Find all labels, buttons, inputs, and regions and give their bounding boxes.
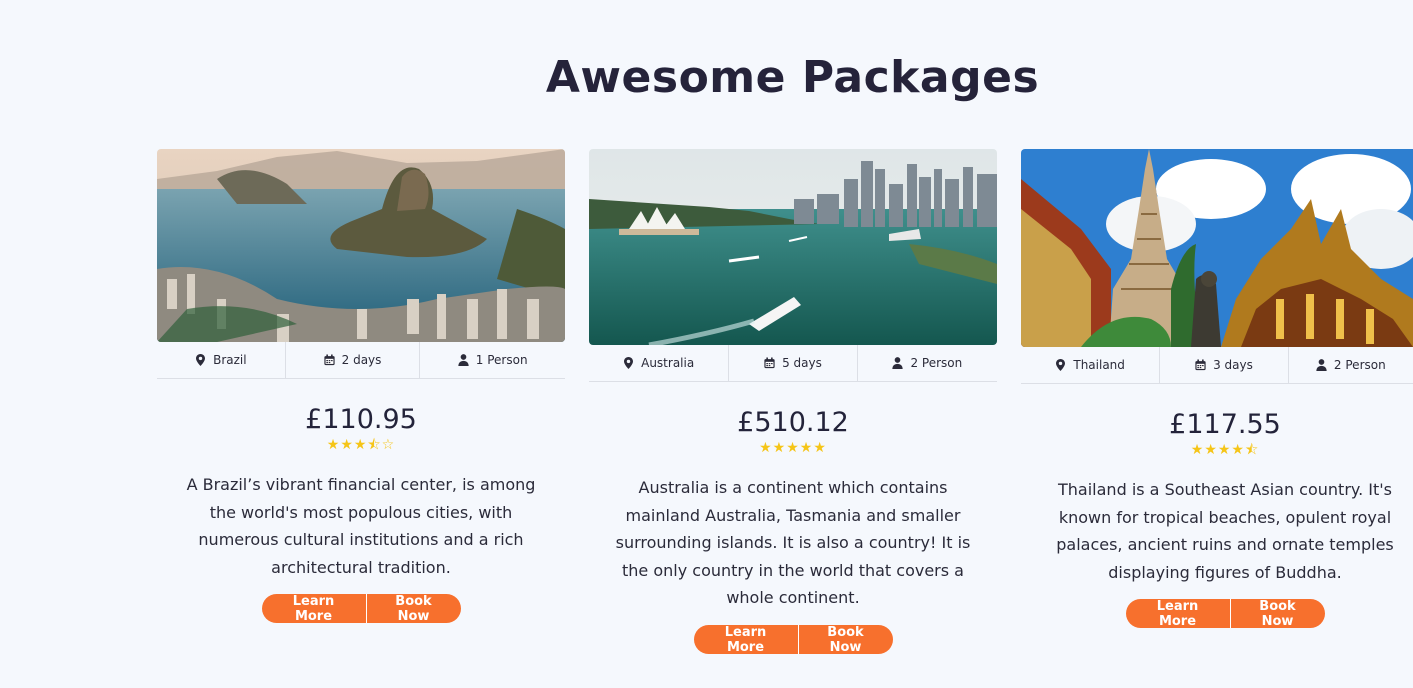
package-price: £510.12: [737, 407, 849, 438]
duration-text: 5 days: [782, 356, 822, 370]
package-image[interactable]: [1021, 149, 1413, 347]
star-rating: ★★★⯪☆: [326, 437, 396, 453]
learn-more-button[interactable]: Learn More: [693, 624, 798, 655]
learn-more-button[interactable]: Learn More: [1125, 599, 1230, 629]
map-pin-icon: [1056, 359, 1066, 371]
meta-duration: 5 days: [728, 345, 856, 381]
people-text: 2 Person: [1333, 358, 1386, 372]
package-meta: Australia 5 days 2 Person: [589, 345, 997, 382]
book-now-button[interactable]: Book Now: [365, 594, 461, 624]
package-description: A Brazil’s vibrant financial center, is …: [186, 475, 536, 577]
package-meta: Thailand 3 days 2 Person: [1021, 347, 1413, 384]
package-description: Australia is a continent which contains …: [615, 478, 971, 607]
package-actions: Learn More Book Now: [1021, 599, 1413, 629]
book-now-button[interactable]: Book Now: [797, 624, 893, 655]
brazil-photo: [157, 149, 565, 342]
package-image[interactable]: [157, 149, 565, 342]
location-text: Australia: [641, 356, 695, 370]
thailand-photo: [1021, 149, 1413, 347]
package-actions: Learn More Book Now: [157, 594, 565, 624]
meta-duration: 3 days: [1159, 347, 1287, 383]
section-title: Awesome Packages: [545, 52, 1040, 103]
meta-people: 1 Person: [419, 342, 565, 378]
package-card-thailand: Thailand 3 days 2 Person £117.55 ★★★★⯪ T…: [1021, 149, 1413, 629]
star-rating: ★★★★★: [759, 440, 827, 456]
user-icon: [458, 354, 469, 366]
calendar-icon: [1195, 359, 1206, 371]
meta-location: Australia: [589, 345, 728, 381]
meta-location: Thailand: [1021, 347, 1159, 383]
people-text: 1 Person: [475, 353, 528, 367]
package-price: £110.95: [305, 404, 417, 435]
people-text: 2 Person: [910, 356, 963, 370]
map-pin-icon: [196, 354, 206, 366]
duration-text: 2 days: [341, 353, 382, 367]
book-now-button[interactable]: Book Now: [1229, 599, 1325, 629]
meta-location: Brazil: [157, 342, 285, 378]
learn-more-button[interactable]: Learn More: [261, 594, 366, 624]
user-icon: [1316, 359, 1327, 371]
package-card-brazil: Brazil 2 days 1 Person £110.95 ★★★⯪☆ A B…: [157, 149, 565, 624]
package-description: Thailand is a Southeast Asian country. I…: [1056, 480, 1394, 582]
package-card-australia: Australia 5 days 2 Person £510.12 ★★★★★ …: [589, 149, 997, 655]
calendar-icon: [764, 357, 775, 369]
location-text: Brazil: [213, 353, 247, 367]
map-pin-icon: [624, 357, 634, 369]
australia-photo: [589, 149, 997, 345]
duration-text: 3 days: [1213, 358, 1253, 372]
meta-duration: 2 days: [284, 342, 420, 378]
location-text: Thailand: [1073, 358, 1125, 372]
calendar-icon: [324, 354, 335, 366]
user-icon: [892, 357, 904, 369]
package-actions: Learn More Book Now: [589, 624, 997, 655]
package-meta: Brazil 2 days 1 Person: [157, 342, 565, 379]
package-price: £117.55: [1169, 409, 1281, 440]
meta-people: 2 Person: [1287, 347, 1413, 383]
package-image[interactable]: [589, 149, 997, 345]
star-rating: ★★★★⯪: [1190, 442, 1260, 458]
meta-people: 2 Person: [856, 345, 997, 381]
